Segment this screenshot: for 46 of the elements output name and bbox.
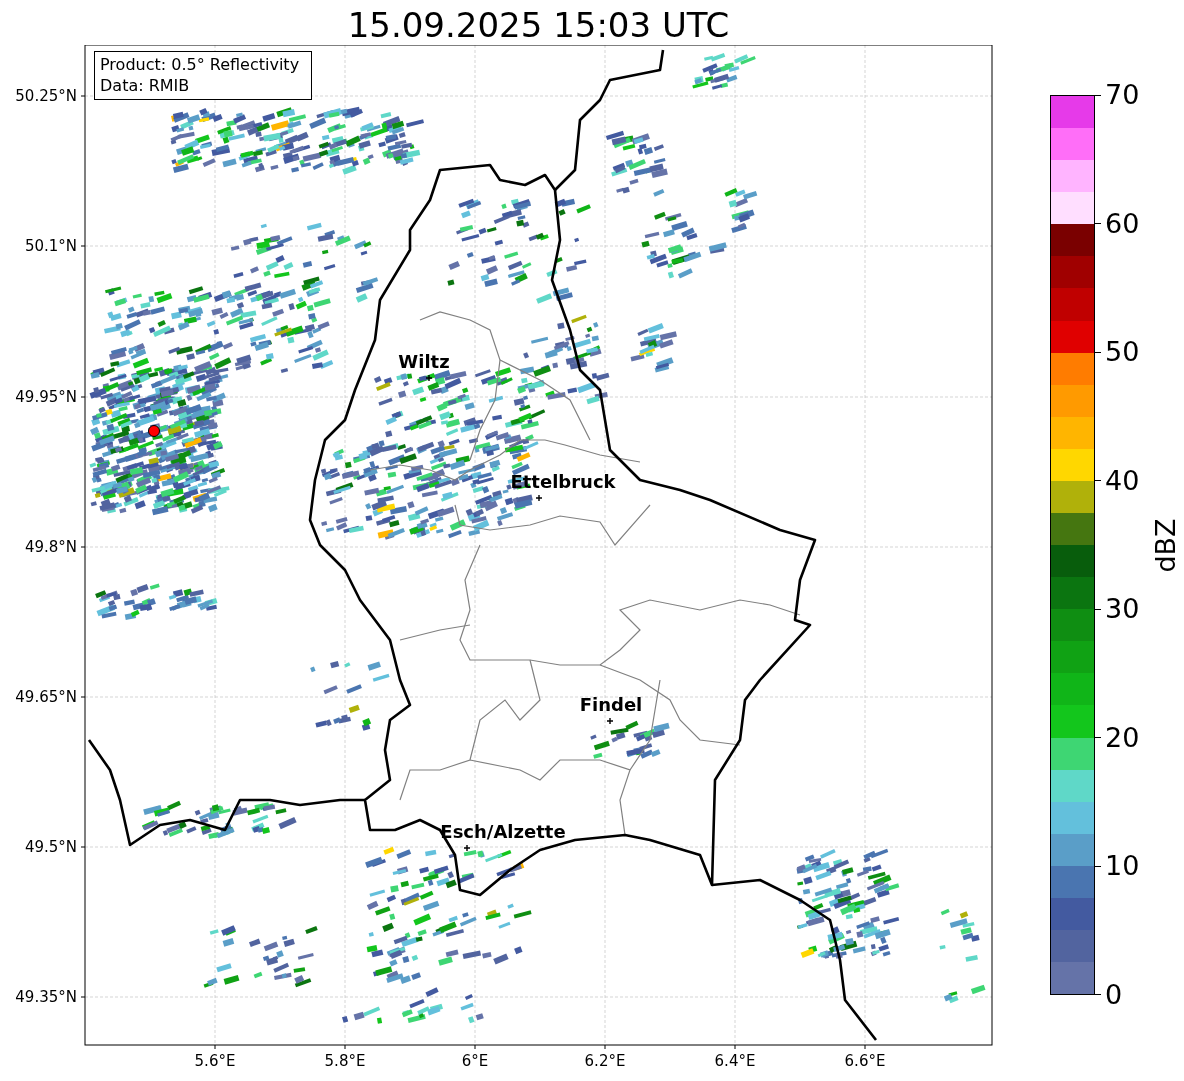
tick-mark bbox=[474, 1044, 476, 1050]
tick-mark bbox=[80, 696, 86, 698]
y-tick-label: 49.8°N bbox=[24, 538, 77, 556]
info-text: Data: RMIB bbox=[100, 76, 190, 95]
x-tick-label: 6.6°E bbox=[844, 1052, 886, 1070]
tick-mark bbox=[80, 245, 86, 247]
tick-mark bbox=[80, 396, 86, 398]
place-label: Wiltz bbox=[398, 351, 450, 372]
info-text: Product: 0.5° Reflectivity bbox=[100, 55, 300, 74]
chart-title: 15.09.2025 15:03 UTC bbox=[347, 5, 730, 45]
tick-mark bbox=[214, 1044, 216, 1050]
x-tick-label: 5.8°E bbox=[324, 1052, 366, 1070]
colorbar-tick-label: 0 bbox=[1105, 979, 1123, 1010]
city-marker-icon bbox=[535, 494, 543, 502]
y-tick-label: 50.25°N bbox=[15, 87, 77, 105]
colorbar-tick-label: 30 bbox=[1105, 594, 1140, 625]
x-tick-label: 6.2°E bbox=[584, 1052, 626, 1070]
colorbar-tick-label: 70 bbox=[1105, 80, 1140, 110]
tick-mark bbox=[864, 1044, 866, 1050]
tick-mark bbox=[80, 846, 86, 848]
tick-mark bbox=[80, 95, 86, 97]
tick-mark bbox=[344, 1044, 346, 1050]
tick-mark bbox=[80, 546, 86, 548]
y-tick-label: 50.1°N bbox=[24, 237, 77, 255]
colorbar-tick-label: 60 bbox=[1105, 208, 1140, 239]
place-label: Findel bbox=[579, 694, 643, 715]
x-tick-label: 5.6°E bbox=[194, 1052, 236, 1070]
x-tick-label: 6°E bbox=[461, 1052, 489, 1070]
x-tick-label: 6.4°E bbox=[714, 1052, 756, 1070]
place-label: Esch/Alzette bbox=[440, 821, 566, 842]
tick-mark bbox=[734, 1044, 736, 1050]
y-tick-label: 49.5°N bbox=[24, 838, 77, 856]
tick-mark bbox=[604, 1044, 606, 1050]
city-marker-icon bbox=[606, 717, 614, 725]
colorbar-tick-label: 50 bbox=[1105, 337, 1140, 368]
y-tick-label: 49.95°N bbox=[15, 388, 77, 406]
colorbar-label: dBZ bbox=[1149, 517, 1181, 573]
radar-site-icon bbox=[148, 425, 160, 437]
colorbar-tick-label: 10 bbox=[1105, 851, 1140, 882]
colorbar-tick-label: 40 bbox=[1105, 465, 1140, 496]
y-tick-label: 49.35°N bbox=[15, 988, 77, 1006]
colorbar-tick-label: 20 bbox=[1105, 722, 1140, 753]
y-tick-label: 49.65°N bbox=[15, 688, 77, 706]
city-marker-icon bbox=[463, 844, 471, 852]
tick-mark bbox=[80, 996, 86, 998]
city-marker-icon bbox=[425, 374, 433, 382]
